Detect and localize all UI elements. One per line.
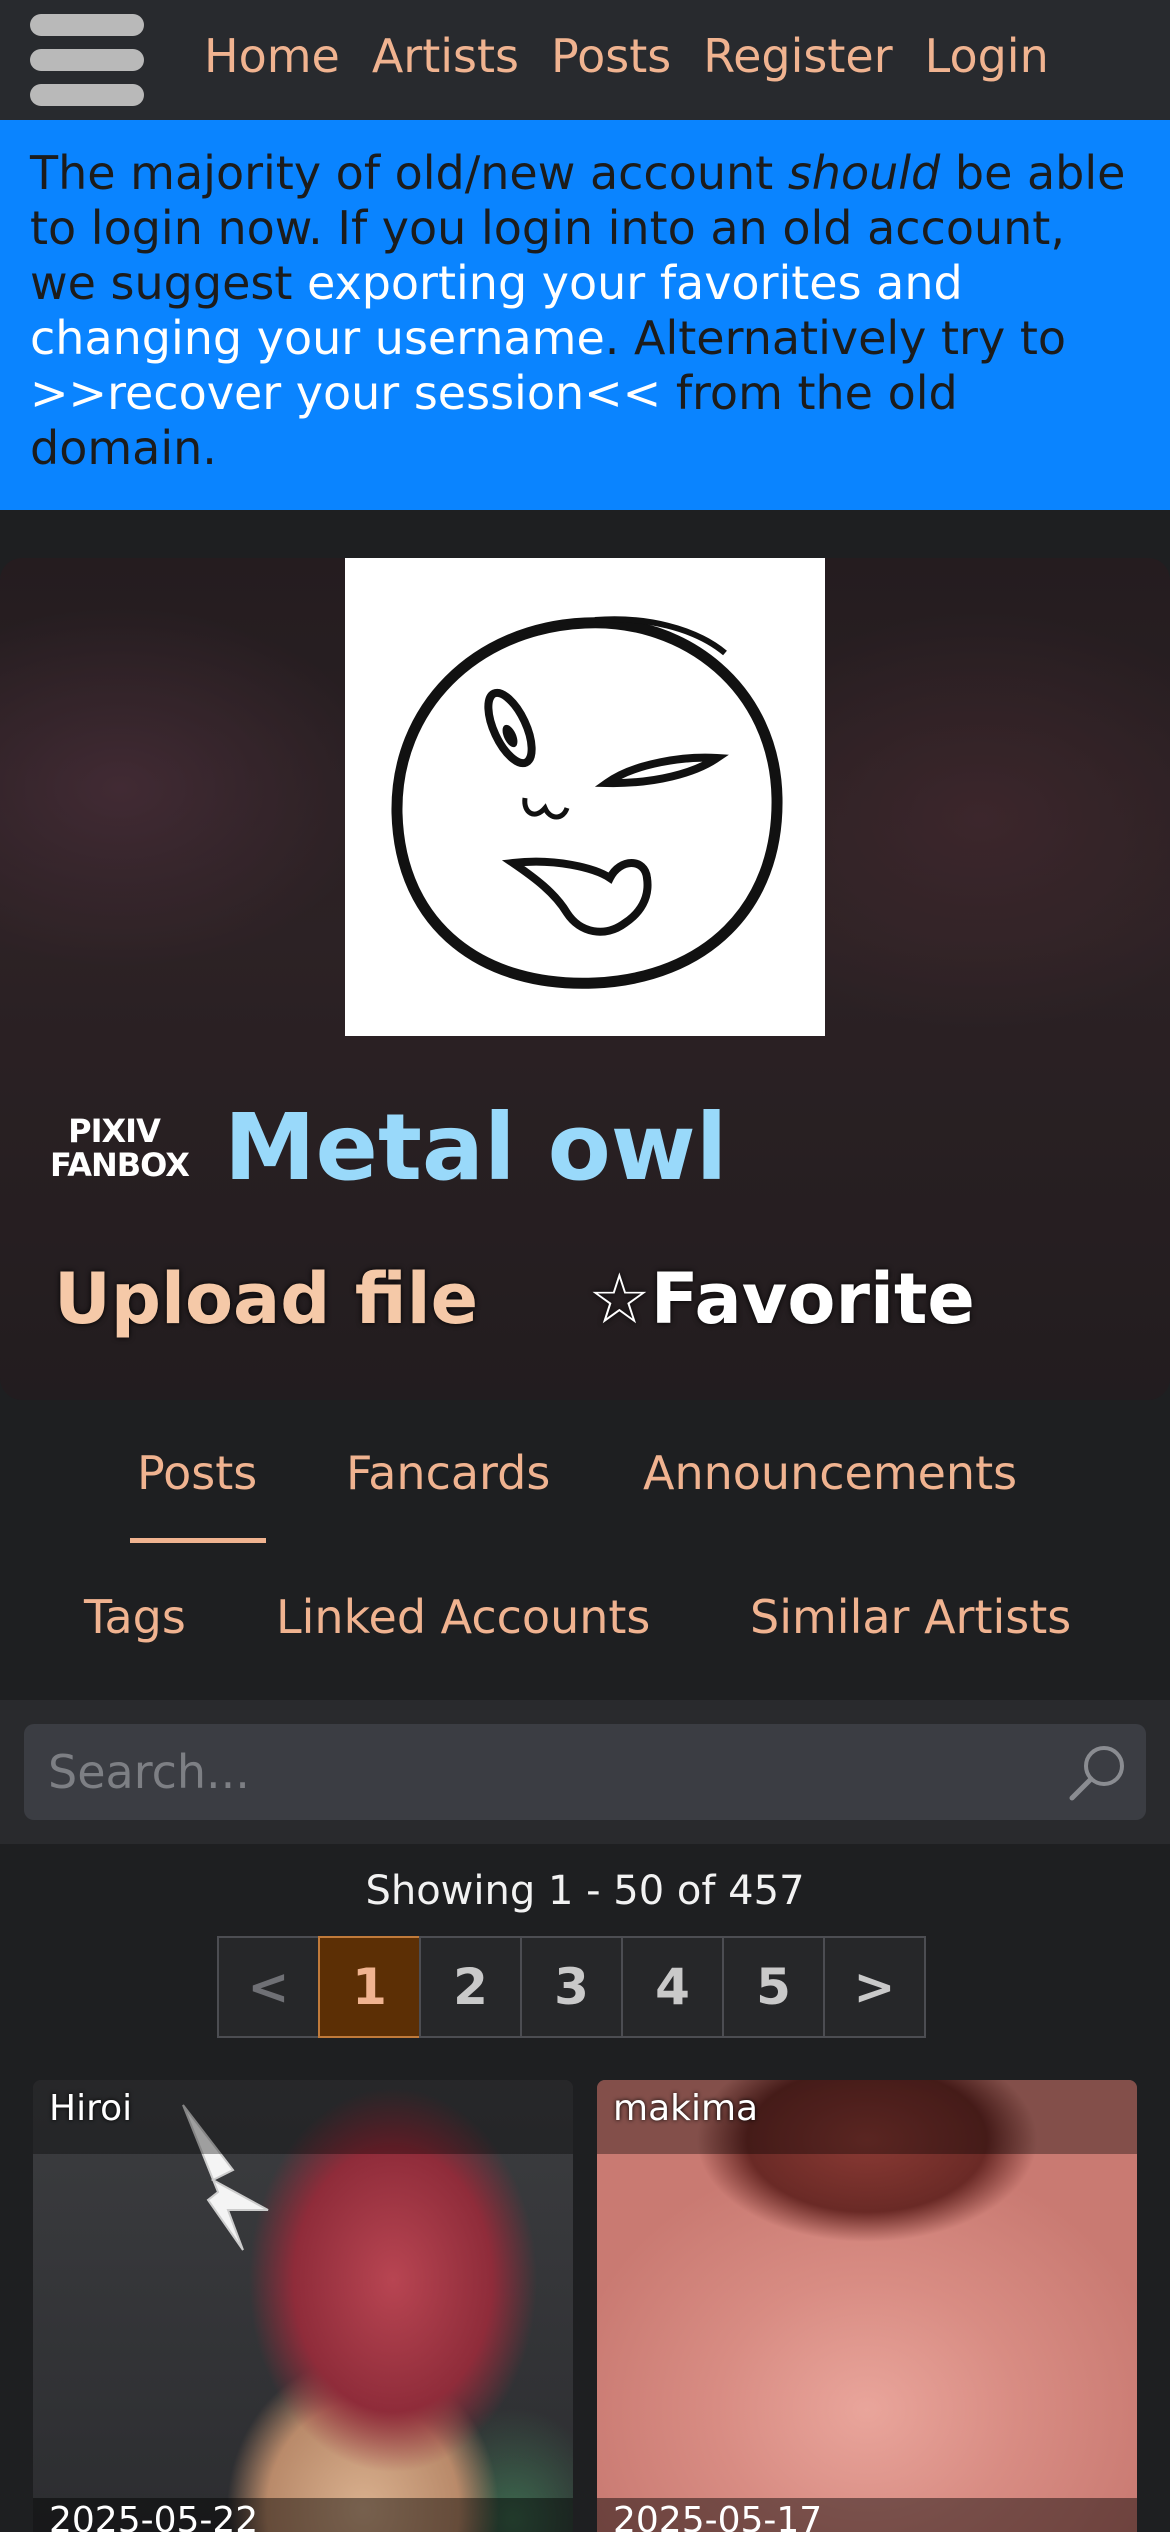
search-input[interactable] (24, 1724, 1064, 1820)
upload-file-button[interactable]: Upload file (54, 1254, 478, 1345)
service-logo-line: FANBOX (50, 1146, 190, 1184)
favorite-button[interactable]: ☆Favorite (588, 1254, 975, 1345)
results-count: Showing 1 - 50 of 457 (365, 1868, 805, 1914)
favorite-label: Favorite (650, 1258, 975, 1340)
recover-session-link[interactable]: >>recover your session<< (30, 366, 661, 420)
hamburger-menu-icon[interactable] (30, 14, 144, 106)
tab-posts[interactable]: Posts (137, 1446, 257, 1501)
post-date: 2025-05-22 (33, 2498, 573, 2532)
post-title: makima (597, 2080, 1137, 2154)
tab-tags[interactable]: Tags (84, 1590, 186, 1645)
page-button[interactable]: 4 (621, 1936, 724, 2038)
hamburger-bar (30, 49, 144, 71)
announcement-text: The majority of old/new account (30, 146, 788, 200)
announcement-text: . Alternatively try to (604, 311, 1066, 365)
announcement-banner: The majority of old/new account should b… (0, 120, 1170, 510)
search-box (24, 1724, 1146, 1820)
avatar-face-drawing (391, 616, 783, 989)
nav-login-link[interactable]: Login (925, 33, 1049, 79)
page-button[interactable]: 5 (722, 1936, 825, 2038)
tab-linked-accounts[interactable]: Linked Accounts (276, 1590, 650, 1645)
post-date: 2025-05-17 (597, 2498, 1137, 2532)
tab-announcements[interactable]: Announcements (643, 1446, 1017, 1501)
announcement-emphasis: should (787, 146, 941, 200)
nav-home-link[interactable]: Home (204, 33, 340, 79)
post-card[interactable]: Hiroi 2025-05-22 (33, 2080, 573, 2532)
tab-similar-artists[interactable]: Similar Artists (750, 1590, 1071, 1645)
hamburger-bar (30, 14, 144, 36)
artist-name[interactable]: Metal owl (224, 1088, 727, 1208)
next-page-button[interactable]: > (823, 1936, 926, 2038)
prev-page-button[interactable]: < (217, 1936, 320, 2038)
pixiv-fanbox-logo: PIXIV FANBOX (50, 1112, 190, 1184)
nav-links: Home Artists Posts Register Login (204, 0, 1049, 112)
artist-header: PIXIV FANBOX Metal owl Upload file ☆Favo… (0, 558, 1170, 1400)
star-outline-icon: ☆ (588, 1258, 651, 1340)
tab-fancards[interactable]: Fancards (346, 1446, 550, 1501)
nav-register-link[interactable]: Register (703, 33, 892, 79)
artist-avatar[interactable] (345, 558, 825, 1036)
post-card[interactable]: makima 2025-05-17 (597, 2080, 1137, 2532)
nav-artists-link[interactable]: Artists (372, 33, 519, 79)
hamburger-bar (30, 84, 144, 106)
page-button[interactable]: 2 (419, 1936, 522, 2038)
active-tab-indicator (130, 1538, 266, 1543)
service-logo-line: PIXIV (68, 1112, 161, 1150)
nav-posts-link[interactable]: Posts (551, 33, 671, 79)
post-title: Hiroi (33, 2080, 573, 2154)
page-button[interactable]: 3 (520, 1936, 623, 2038)
page-button-current[interactable]: 1 (318, 1936, 421, 2038)
search-icon[interactable] (1066, 1740, 1130, 1804)
paginator: < 1 2 3 4 5 > (217, 1936, 926, 2038)
top-navigation: Home Artists Posts Register Login (0, 0, 1170, 120)
